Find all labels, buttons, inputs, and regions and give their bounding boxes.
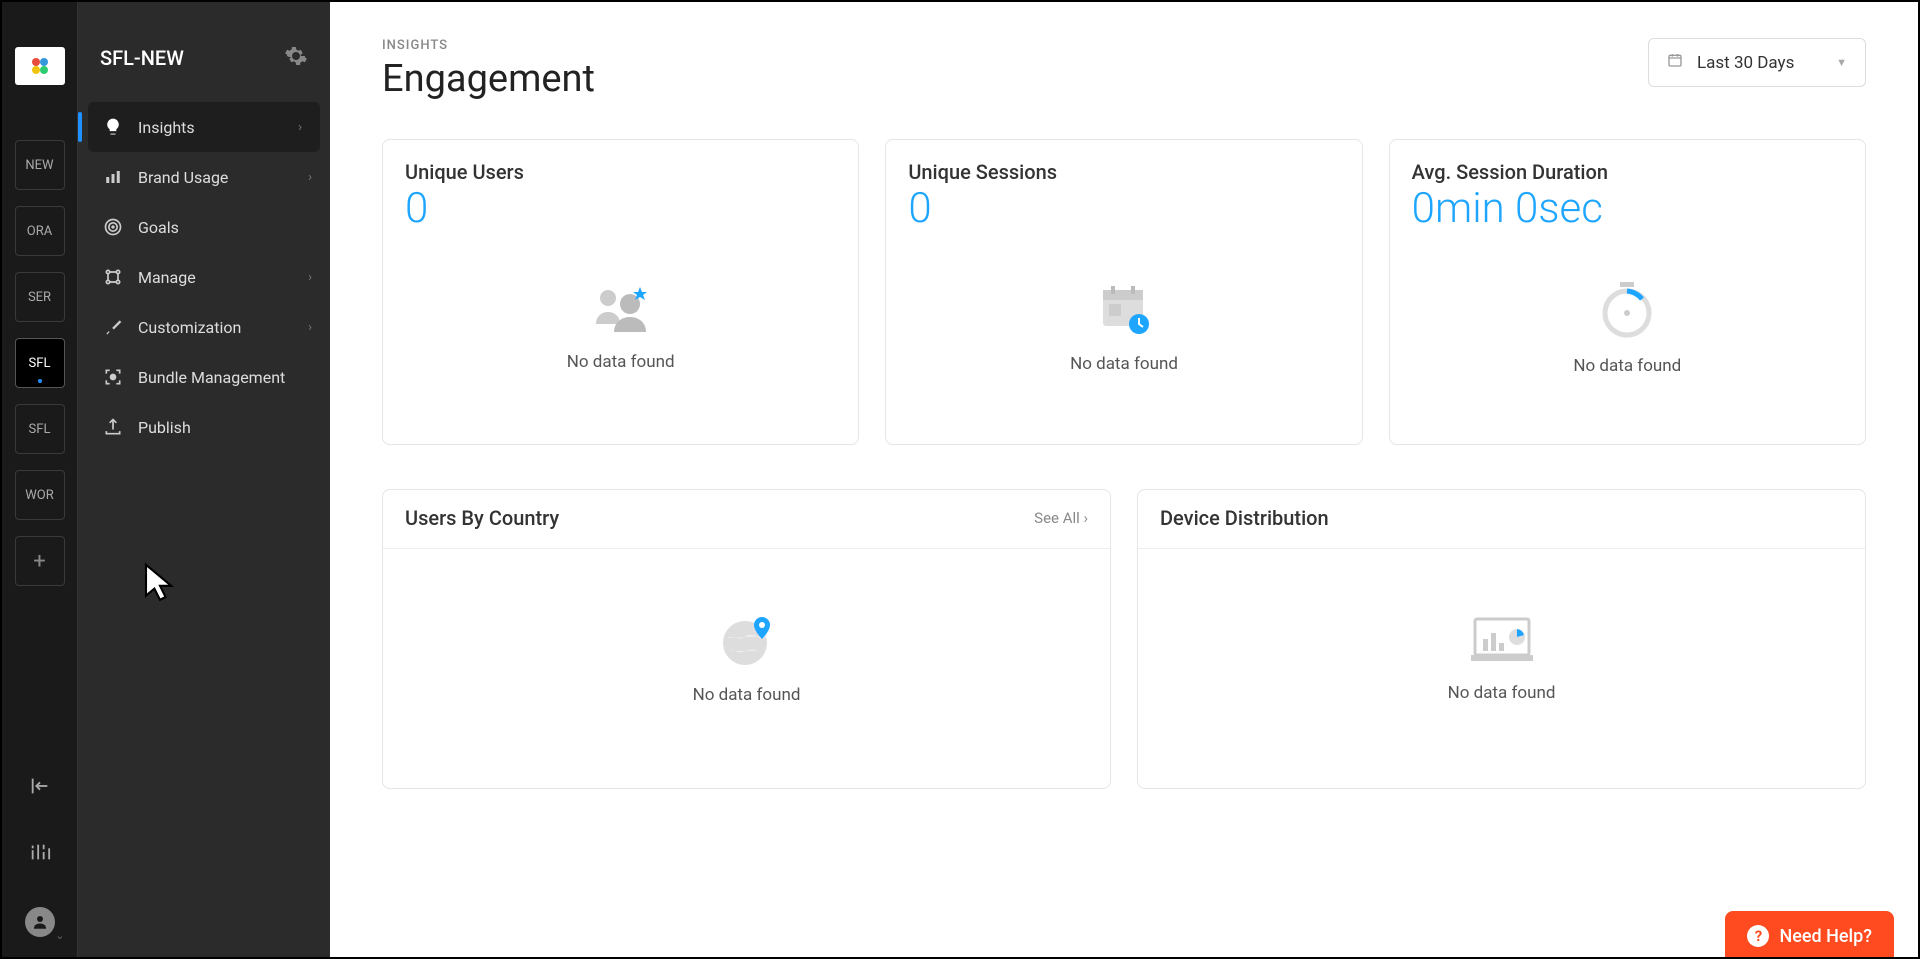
user-avatar[interactable]	[25, 907, 55, 937]
question-icon: ?	[1747, 925, 1769, 947]
target-icon	[102, 216, 124, 238]
sidebar-item-label: Bundle Management	[138, 368, 285, 387]
sidebar-item-publish[interactable]: Publish ›	[78, 402, 330, 452]
rail-tile-ora[interactable]: ORA	[15, 206, 65, 256]
rail-tile-label: NEW	[25, 158, 53, 173]
brush-icon	[102, 316, 124, 338]
sidebar-item-bundle-management[interactable]: Bundle Management ›	[78, 352, 330, 402]
date-range-picker[interactable]: Last 30 Days ▼	[1648, 38, 1866, 87]
empty-label: No data found	[693, 685, 801, 705]
bars-icon	[102, 166, 124, 188]
gear-icon[interactable]	[284, 44, 308, 72]
card-title: Unique Users	[405, 160, 836, 184]
metric-value: 0min 0sec	[1412, 186, 1843, 232]
sidebar-title: SFL-NEW	[100, 46, 184, 70]
card-unique-sessions: Unique Sessions 0 No data found	[885, 139, 1362, 445]
date-range-label: Last 30 Days	[1697, 53, 1794, 73]
empty-label: No data found	[1573, 356, 1681, 376]
chevron-right-icon: ›	[308, 270, 312, 285]
sidebar-item-label: Customization	[138, 318, 241, 337]
chevron-right-icon: ›	[308, 170, 312, 185]
sidebar-item-label: Insights	[138, 118, 195, 137]
empty-label: No data found	[567, 352, 675, 372]
card-title: Avg. Session Duration	[1412, 160, 1843, 184]
sidebar-item-goals[interactable]: Goals ›	[78, 202, 330, 252]
card-users-by-country: Users By Country See All › No data found	[382, 489, 1111, 789]
need-help-button[interactable]: ? Need Help?	[1725, 911, 1894, 957]
sidebar-item-label: Goals	[138, 218, 179, 237]
calendar-icon	[1667, 52, 1683, 73]
plus-icon: +	[33, 549, 45, 574]
metric-value: 0	[405, 186, 836, 232]
duration-empty-icon	[1598, 280, 1656, 342]
company-logo[interactable]	[15, 47, 65, 85]
app-rail: NEW ORA SER SFL SFL WOR +	[2, 2, 78, 957]
rail-add-button[interactable]: +	[15, 536, 65, 586]
rail-tile-label: WOR	[25, 488, 54, 503]
rail-tile-label: SFL	[29, 422, 51, 437]
chevron-down-icon: ▼	[1836, 56, 1847, 69]
rail-tile-wor[interactable]: WOR	[15, 470, 65, 520]
card-device-distribution: Device Distribution No data found	[1137, 489, 1866, 789]
sidebar-item-label: Manage	[138, 268, 196, 287]
users-empty-icon	[590, 284, 652, 338]
sidebar-item-manage[interactable]: Manage ›	[78, 252, 330, 302]
sidebar: SFL-NEW Insights › Brand Usage › Goals ›…	[78, 2, 330, 957]
rail-tile-label: ORA	[27, 224, 52, 239]
card-unique-users: Unique Users 0 No data found	[382, 139, 859, 445]
breadcrumb: INSIGHTS	[382, 38, 595, 53]
card-title: Unique Sessions	[908, 160, 1339, 184]
card-title: Users By Country	[405, 506, 559, 530]
equalizer-icon[interactable]	[29, 841, 51, 867]
empty-label: No data found	[1070, 354, 1178, 374]
rail-tile-ser[interactable]: SER	[15, 272, 65, 322]
rail-tile-sfl[interactable]: SFL	[15, 404, 65, 454]
rail-tile-label: SFL	[29, 356, 51, 371]
sidebar-item-label: Publish	[138, 418, 191, 437]
chevron-right-icon: ›	[298, 120, 302, 135]
collapse-icon[interactable]	[29, 775, 51, 801]
nodes-icon	[102, 266, 124, 288]
globe-empty-icon	[717, 613, 777, 671]
sidebar-item-label: Brand Usage	[138, 168, 228, 187]
help-label: Need Help?	[1779, 926, 1872, 947]
chevron-right-icon: ›	[308, 320, 312, 335]
main-content: INSIGHTS Engagement Last 30 Days ▼ Uniqu…	[330, 2, 1918, 957]
sessions-empty-icon	[1097, 282, 1151, 340]
sidebar-item-brand-usage[interactable]: Brand Usage ›	[78, 152, 330, 202]
device-empty-icon	[1469, 615, 1535, 669]
scan-icon	[102, 366, 124, 388]
page-title: Engagement	[382, 57, 595, 101]
bulb-icon	[102, 116, 124, 138]
rail-tile-label: SER	[28, 290, 51, 305]
sidebar-item-insights[interactable]: Insights ›	[88, 102, 320, 152]
upload-icon	[102, 416, 124, 438]
card-avg-session: Avg. Session Duration 0min 0sec No data …	[1389, 139, 1866, 445]
empty-label: No data found	[1448, 683, 1556, 703]
rail-tile-sfl-active[interactable]: SFL	[15, 338, 65, 388]
metric-value: 0	[908, 186, 1339, 232]
sidebar-item-customization[interactable]: Customization ›	[78, 302, 330, 352]
rail-tile-new[interactable]: NEW	[15, 140, 65, 190]
card-title: Device Distribution	[1160, 506, 1329, 530]
see-all-link[interactable]: See All ›	[1034, 509, 1088, 527]
